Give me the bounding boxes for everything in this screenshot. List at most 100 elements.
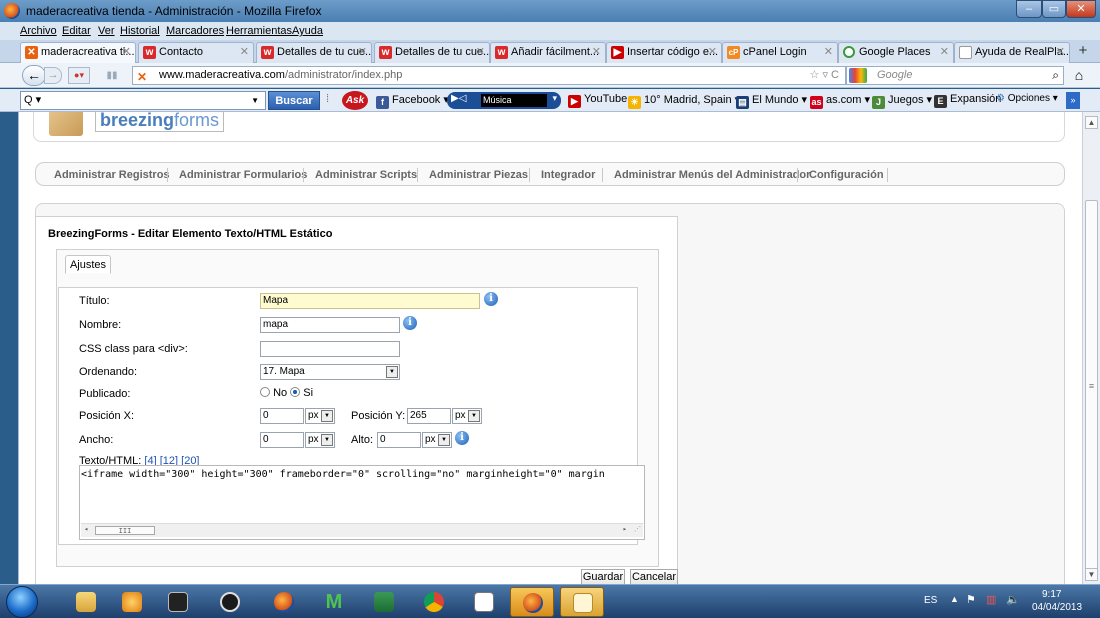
nav-configuracion[interactable]: Configuración	[809, 169, 884, 181]
browser-tab[interactable]: ✕ maderacreativa ti... ✕	[20, 42, 136, 63]
posicion-x-unit-select[interactable]: px ▼	[305, 408, 335, 424]
toolbar-facebook[interactable]: f Facebook ▾	[376, 93, 449, 109]
browser-tab[interactable]: Google Places ✕	[838, 42, 954, 63]
tab-ajustes[interactable]: Ajustes	[65, 255, 111, 274]
taskbar-movistar[interactable]: M	[312, 587, 356, 617]
web-search-box[interactable]: Google ⌕	[846, 66, 1064, 85]
browser-tab[interactable]: w Contacto ✕	[138, 42, 254, 63]
posicion-x-input[interactable]: 0	[260, 408, 304, 424]
texto-html-textarea[interactable]: <iframe width="300" height="300" framebo…	[79, 465, 645, 540]
ancho-input[interactable]: 0	[260, 432, 304, 448]
new-tab-button[interactable]: +	[1072, 42, 1094, 61]
scroll-thumb[interactable]: III	[95, 526, 155, 535]
titulo-input[interactable]: Mapa	[260, 293, 480, 309]
taskbar-chrome[interactable]	[412, 587, 456, 617]
close-tab-icon[interactable]: ✕	[824, 45, 833, 58]
menu-historial[interactable]: Historial	[120, 25, 160, 37]
flag-icon[interactable]: ⚑	[966, 593, 976, 606]
info-icon[interactable]: i	[484, 292, 498, 306]
maximize-button[interactable]: ▭	[1042, 0, 1066, 18]
toolbar-youtube[interactable]: ▶ YouTube	[568, 93, 627, 108]
play-icon[interactable]: ▶◁	[451, 93, 466, 104]
taskbar-media-player[interactable]	[110, 587, 154, 617]
taskbar-hp[interactable]	[208, 587, 252, 617]
home-icon[interactable]: ⌂	[1068, 66, 1090, 85]
ancho-unit-select[interactable]: px ▼	[305, 432, 335, 448]
taskbar-explorer[interactable]	[64, 587, 108, 617]
bookmark-star-icon[interactable]: ☆ ▿ C	[810, 67, 839, 84]
posicion-y-input[interactable]: 265	[407, 408, 451, 424]
close-tab-icon[interactable]: ✕	[708, 45, 717, 58]
radio-no[interactable]	[260, 387, 270, 397]
nav-administrar-registros[interactable]: Administrar Registros	[54, 169, 170, 181]
clock-date[interactable]: 04/04/2013	[1032, 602, 1082, 613]
url-bar[interactable]: ✕ www.maderacreativa.com/administrator/i…	[132, 66, 846, 85]
menu-editar[interactable]: Editar	[62, 25, 91, 37]
search-icon[interactable]: ⌕	[1052, 67, 1059, 84]
cancelar-button[interactable]: Cancelar	[630, 569, 678, 584]
alto-input[interactable]: 0	[377, 432, 421, 448]
toolbar-ascom[interactable]: as as.com ▾	[810, 93, 870, 109]
buscar-button[interactable]: Buscar	[268, 91, 320, 110]
menu-marcadores[interactable]: Marcadores	[166, 25, 224, 37]
forward-button[interactable]: →	[44, 67, 62, 84]
browser-tab[interactable]: w Detalles de tu cue... ✕	[374, 42, 490, 63]
close-tab-icon[interactable]: ✕	[122, 45, 131, 58]
close-tab-icon[interactable]: ✕	[240, 45, 249, 58]
toolbar-expansion[interactable]: E Expansión	[934, 93, 1001, 108]
back-button[interactable]: ←	[22, 65, 46, 86]
scroll-down-icon[interactable]: ▼	[1085, 568, 1098, 581]
network-icon[interactable]: ▥	[986, 593, 996, 606]
alto-unit-select[interactable]: px ▼	[422, 432, 452, 448]
scroll-up-icon[interactable]: ▲	[1085, 116, 1098, 129]
close-tab-icon[interactable]: ✕	[940, 45, 949, 58]
clock-time[interactable]: 9:17	[1042, 589, 1061, 600]
menu-herramientas[interactable]: Herramientas	[226, 25, 292, 37]
toolbar-weather[interactable]: ☀ 10° Madrid, Spain ▾	[628, 93, 740, 109]
toolbar-search-input[interactable]: Q ▾ ▼	[20, 91, 266, 110]
browser-tab[interactable]: ▶ Insertar código e... ✕	[606, 42, 722, 63]
scroll-thumb[interactable]: ≡	[1085, 200, 1098, 570]
textarea-horizontal-scrollbar[interactable]: ◂ III ▸ ⋰	[81, 523, 643, 537]
radio-si[interactable]	[290, 387, 301, 397]
minimize-button[interactable]: –	[1016, 0, 1042, 18]
close-tab-icon[interactable]: ✕	[1056, 45, 1065, 58]
close-tab-icon[interactable]: ✕	[476, 45, 485, 58]
browser-tab[interactable]: w Detalles de tu cue... ✕	[256, 42, 372, 63]
browser-tab[interactable]: cP cPanel Login ✕	[722, 42, 838, 63]
close-tab-icon[interactable]: ✕	[592, 45, 601, 58]
start-button[interactable]	[6, 586, 38, 618]
ordenando-select[interactable]: 17. Mapa ▼	[260, 364, 400, 380]
taskbar-media-center[interactable]	[156, 587, 200, 617]
toolbar-elmundo[interactable]: ▤ El Mundo ▾	[736, 93, 807, 109]
nav-administrar-menus[interactable]: Administrar Menús del Administrador	[614, 169, 810, 181]
taskbar-firefox[interactable]	[262, 587, 306, 617]
close-button[interactable]: ✕	[1066, 0, 1096, 18]
taskbar-paint[interactable]	[560, 587, 604, 617]
music-player[interactable]: ▶◁ Música ▾	[447, 92, 561, 109]
css-class-input[interactable]	[260, 341, 400, 357]
posicion-y-unit-select[interactable]: px ▼	[452, 408, 482, 424]
browser-tab[interactable]: Ayuda de RealPla... ✕	[954, 42, 1070, 63]
info-icon[interactable]: i	[455, 431, 469, 445]
scroll-right-icon[interactable]: ▸	[623, 525, 627, 533]
taskbar-excel[interactable]	[362, 587, 406, 617]
info-icon[interactable]: i	[403, 316, 417, 330]
nav-administrar-formularios[interactable]: Administrar Formularios	[179, 169, 307, 181]
toolbar-opciones[interactable]: ⚙ Opciones ▾	[996, 93, 1058, 104]
browser-tab[interactable]: w Añadir fácilment... ✕	[490, 42, 606, 63]
scroll-left-icon[interactable]: ◂	[84, 525, 88, 533]
menu-archivo[interactable]: Archivo	[20, 25, 57, 37]
nav-integrador[interactable]: Integrador	[541, 169, 595, 181]
nav-administrar-scripts[interactable]: Administrar Scripts	[315, 169, 417, 181]
ask-logo-icon[interactable]: Ask	[342, 91, 368, 110]
menu-ver[interactable]: Ver	[98, 25, 115, 37]
page-vertical-scrollbar[interactable]: ▲ ≡ ▼	[1082, 112, 1100, 584]
guardar-button[interactable]: Guardar	[581, 569, 625, 584]
resize-grip-icon[interactable]: ⋰	[634, 525, 641, 533]
show-hidden-icons[interactable]: ▲	[950, 594, 959, 604]
language-indicator[interactable]: ES	[924, 595, 937, 606]
toolbar-juegos[interactable]: J Juegos ▾	[872, 93, 932, 109]
chevron-down-icon[interactable]: ▾	[552, 93, 557, 104]
nombre-input[interactable]: mapa	[260, 317, 400, 333]
